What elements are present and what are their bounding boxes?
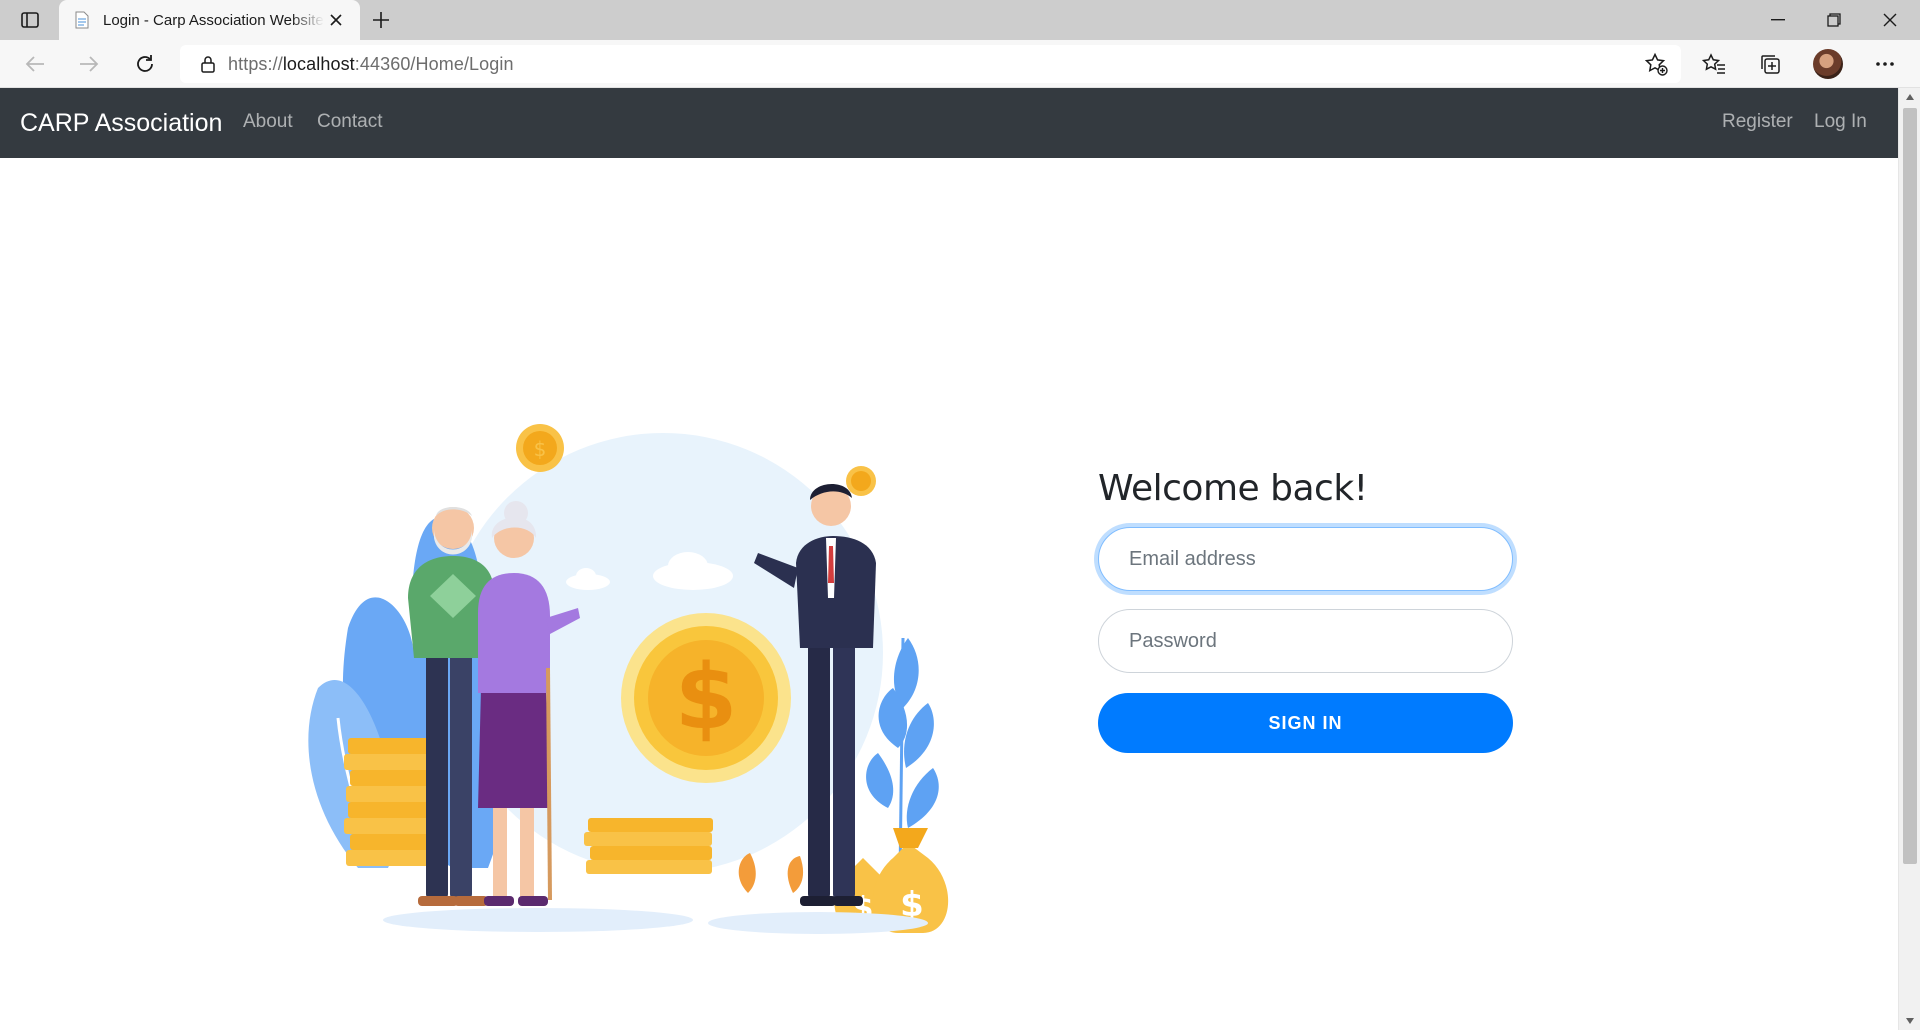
scroll-down-icon[interactable] — [1899, 1012, 1920, 1030]
email-field[interactable] — [1098, 527, 1513, 591]
tab-title: Login - Carp Association Website — [103, 11, 324, 29]
avatar — [1813, 49, 1843, 79]
nav-link-register[interactable]: Register — [1722, 111, 1793, 133]
star-plus-icon[interactable] — [1641, 49, 1671, 79]
url-host: localhost — [282, 53, 355, 74]
collections-icon[interactable] — [1754, 48, 1786, 80]
favorites-icon[interactable] — [1698, 48, 1730, 80]
refresh-icon[interactable] — [129, 48, 161, 80]
nav-link-contact[interactable]: Contact — [317, 111, 382, 133]
url-path: :44360/Home/Login — [354, 53, 514, 74]
scroll-up-icon[interactable] — [1899, 88, 1920, 106]
url-text[interactable]: https://localhost:44360/Home/Login — [228, 54, 514, 75]
brand-link[interactable]: CARP Association — [20, 109, 222, 138]
lock-icon[interactable] — [188, 45, 228, 83]
close-icon[interactable] — [324, 8, 348, 32]
scrollbar-thumb[interactable] — [1903, 108, 1917, 864]
back-arrow-icon[interactable] — [19, 48, 51, 80]
site-navbar: CARP Association About Contact Register … — [0, 88, 1898, 158]
browser-tab-bar: Login - Carp Association Website — [0, 0, 1920, 40]
page-scrollbar[interactable] — [1898, 88, 1920, 1030]
svg-text:$: $ — [534, 437, 547, 461]
plus-icon[interactable] — [367, 6, 395, 34]
browser-tab[interactable]: Login - Carp Association Website — [59, 0, 360, 40]
browser-toolbar: https://localhost:44360/Home/Login — [0, 40, 1920, 88]
tab-actions-icon[interactable] — [14, 6, 46, 34]
profile-button[interactable] — [1812, 48, 1844, 80]
page-viewport: CARP Association About Contact Register … — [0, 88, 1898, 1030]
login-form: Welcome back! SIGN IN — [1098, 468, 1513, 753]
nav-link-login[interactable]: Log In — [1814, 111, 1867, 133]
welcome-heading: Welcome back! — [1098, 468, 1368, 509]
forward-arrow-icon[interactable] — [73, 48, 105, 80]
page-icon — [75, 11, 89, 29]
minimize-icon[interactable] — [1750, 0, 1806, 40]
sign-in-button[interactable]: SIGN IN — [1098, 693, 1513, 753]
password-field[interactable] — [1098, 609, 1513, 673]
nav-link-about[interactable]: About — [243, 111, 293, 133]
retirement-savings-illustration: $ $ $ $ — [308, 424, 949, 934]
svg-text:$: $ — [675, 645, 738, 750]
url-protocol: https:// — [228, 53, 283, 74]
window-close-icon[interactable] — [1862, 0, 1918, 40]
address-bar[interactable]: https://localhost:44360/Home/Login — [180, 45, 1681, 83]
restore-icon[interactable] — [1806, 0, 1862, 40]
ellipsis-icon[interactable] — [1869, 48, 1901, 80]
